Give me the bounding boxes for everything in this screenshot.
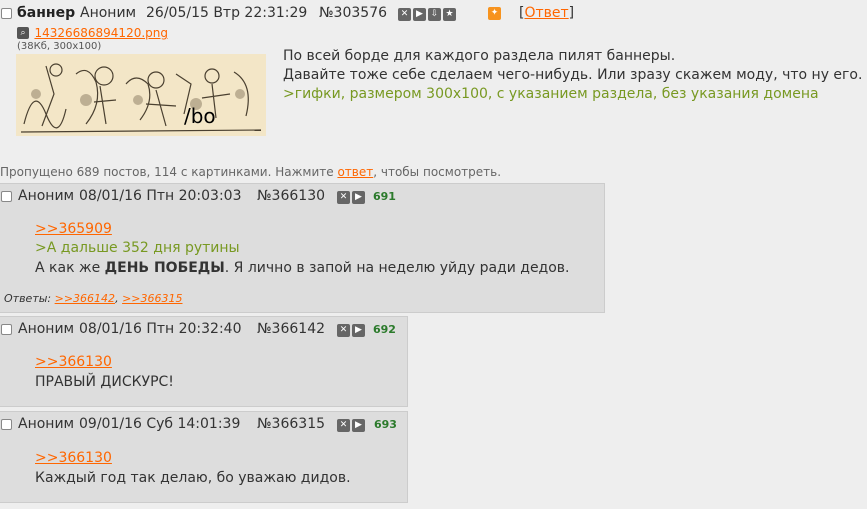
post-quote: >А дальше 352 дня рутины <box>35 240 240 256</box>
post-date: 08/01/16 Птн 20:03:03 <box>79 188 242 204</box>
post-select-checkbox[interactable] <box>1 324 12 335</box>
op-reply-link: [Ответ] <box>519 5 574 21</box>
post-reflink[interactable]: >>365909 <box>35 221 112 237</box>
post-replies: Ответы: >>366142, >>366315 <box>4 292 183 305</box>
op-line-2: Давайте тоже себе сделаем чего-нибудь. И… <box>283 67 863 83</box>
hide-icon[interactable]: ✕ <box>337 190 350 204</box>
post-text: А как же ДЕНЬ ПОБЕДЫ. Я лично в запой на… <box>35 260 570 276</box>
post-poster-name: Аноним <box>18 188 75 204</box>
banner-sketch-icon <box>16 54 266 136</box>
reply-bracket-close: ] <box>568 5 575 21</box>
op-line-1: По всей борде для каждого раздела пилят … <box>283 48 676 64</box>
post-number[interactable]: №366130 <box>257 188 325 204</box>
rss-icon[interactable]: ✦ <box>488 7 501 20</box>
omitted-link[interactable]: ответ <box>337 165 373 179</box>
post-number[interactable]: №366315 <box>257 416 325 432</box>
reply-link[interactable]: Ответ <box>524 5 568 21</box>
post-date: 08/01/16 Птн 20:32:40 <box>79 321 242 337</box>
play-icon[interactable]: ▶ <box>413 7 426 21</box>
hide-icon[interactable]: ✕ <box>337 323 350 337</box>
post-select-checkbox[interactable] <box>1 419 12 430</box>
post-text-before: А как же <box>35 260 105 276</box>
op-file-meta: (38Кб, 300x100) <box>17 41 102 52</box>
post-366130: Аноним 08/01/16 Птн 20:03:03 №366130 ✕ ▶ … <box>0 183 605 313</box>
post-366142: Аноним 08/01/16 Птн 20:32:40 №366142 ✕ ▶ … <box>0 316 408 407</box>
post-text-bold: ДЕНЬ ПОБЕДЫ <box>104 260 225 276</box>
favorite-icon[interactable]: ★ <box>443 7 456 21</box>
op-image-text: /bo <box>184 104 216 128</box>
op-subject: баннер <box>17 5 76 21</box>
post-count: 692 <box>373 323 396 336</box>
post-poster-name: Аноним <box>18 321 75 337</box>
post-reflink[interactable]: >>366130 <box>35 450 112 466</box>
op-message: По всей борде для каждого раздела пилят … <box>283 47 862 104</box>
post-select-checkbox[interactable] <box>1 191 12 202</box>
play-icon[interactable]: ▶ <box>352 418 365 432</box>
reply-ref-366315[interactable]: >>366315 <box>122 292 182 305</box>
omitted-suffix: , чтобы посмотреть. <box>373 165 502 179</box>
op-actions: ✕ ▶ ⇩ ★ <box>398 6 458 22</box>
play-icon[interactable]: ▶ <box>352 323 365 337</box>
op-line-3: >гифки, размером 300x100, с указанием ра… <box>283 86 819 102</box>
magnifier-icon[interactable]: ⌕ <box>17 27 29 39</box>
post-text: ПРАВЫЙ ДИСКУРС! <box>35 374 174 390</box>
replies-label: Ответы: <box>4 292 55 305</box>
post-text-after: . Я лично в запой на неделю уйду ради де… <box>224 260 570 276</box>
omitted-prefix: Пропущено 689 постов, 114 с картинками. … <box>0 165 338 179</box>
hide-icon[interactable]: ✕ <box>398 7 411 21</box>
hide-icon[interactable]: ✕ <box>337 418 350 432</box>
op-select-checkbox[interactable] <box>1 8 12 19</box>
post-number[interactable]: №366142 <box>257 321 325 337</box>
post-date: 09/01/16 Суб 14:01:39 <box>79 416 241 432</box>
op-image[interactable]: /bo <box>16 54 266 136</box>
post-reflink[interactable]: >>366130 <box>35 354 112 370</box>
reply-ref-366142[interactable]: >>366142 <box>55 292 115 305</box>
download-icon[interactable]: ⇩ <box>428 7 441 21</box>
op-date: 26/05/15 Втр 22:31:29 <box>146 5 308 21</box>
post-count: 693 <box>374 418 397 431</box>
post-actions: ✕ ▶ <box>337 417 367 433</box>
omitted-notice: Пропущено 689 постов, 114 с картинками. … <box>0 165 501 179</box>
post-count: 691 <box>373 190 396 203</box>
post-text: Каждый год так делаю, бо уважаю дидов. <box>35 470 351 486</box>
op-number[interactable]: №303576 <box>319 5 387 21</box>
op-file-info: ⌕ 14326686894120.png <box>17 25 168 41</box>
post-actions: ✕ ▶ <box>337 189 367 205</box>
op-poster-name: Аноним <box>80 5 137 21</box>
post-366315: Аноним 09/01/16 Суб 14:01:39 №366315 ✕ ▶ … <box>0 411 408 503</box>
op-file-link[interactable]: 14326686894120.png <box>34 26 168 40</box>
post-poster-name: Аноним <box>18 416 75 432</box>
play-icon[interactable]: ▶ <box>352 190 365 204</box>
post-actions: ✕ ▶ <box>337 322 367 338</box>
